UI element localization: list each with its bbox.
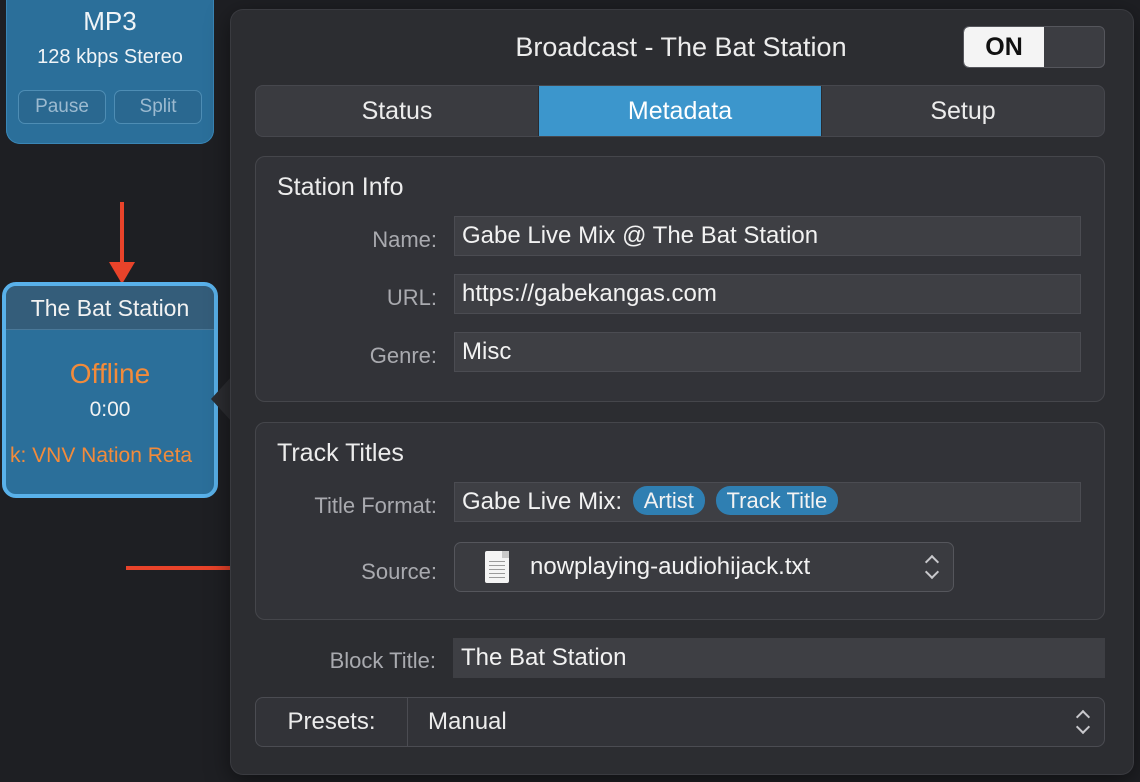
url-label: URL: (386, 285, 437, 310)
source-value: nowplaying-audiohijack.txt (530, 553, 811, 580)
broadcast-popover: Broadcast - The Bat Station ON Status Me… (231, 10, 1133, 774)
name-label: Name: (372, 227, 437, 252)
power-toggle[interactable]: ON (963, 26, 1105, 68)
broadcast-track: k: VNV Nation Reta (10, 444, 193, 467)
artist-token[interactable]: Artist (632, 486, 705, 516)
split-button[interactable]: Split (114, 90, 202, 124)
broadcast-status: Offline (69, 358, 151, 389)
bitrate-label: 128 kbps Stereo (37, 46, 183, 68)
broadcast-block-title: The Bat Station (6, 286, 214, 330)
station-info-heading: Station Info (277, 173, 404, 201)
chevron-updown-icon (1076, 708, 1090, 736)
presets-control[interactable]: Presets: Manual (255, 697, 1105, 747)
tab-status[interactable]: Status (256, 86, 539, 136)
genre-field[interactable]: Misc (454, 332, 1081, 372)
broadcast-elapsed: 0:00 (89, 398, 131, 421)
annotation-arrow-down (120, 202, 124, 270)
track-titles-heading: Track Titles (277, 439, 404, 467)
station-info-group: Station Info Name: Gabe Live Mix @ The B… (255, 156, 1105, 402)
recorder-block[interactable]: MP3 128 kbps Stereo Pause Split (6, 0, 214, 144)
title-format-prefix: Gabe Live Mix: (462, 488, 623, 515)
popover-pointer (211, 375, 233, 423)
format-label: MP3 (83, 6, 137, 36)
tab-metadata[interactable]: Metadata (539, 86, 822, 136)
title-format-field[interactable]: Gabe Live Mix: Artist Track Title (454, 482, 1081, 522)
text-file-icon (485, 551, 509, 583)
presets-label: Presets: (256, 698, 408, 746)
pause-button[interactable]: Pause (18, 90, 106, 124)
source-label: Source: (361, 559, 437, 584)
title-format-label: Title Format: (314, 493, 437, 518)
track-title-token[interactable]: Track Title (715, 486, 839, 516)
power-toggle-on[interactable]: ON (964, 27, 1044, 67)
presets-value[interactable]: Manual (428, 698, 507, 746)
url-field[interactable]: https://gabekangas.com (454, 274, 1081, 314)
tab-setup[interactable]: Setup (822, 86, 1104, 136)
source-select[interactable]: nowplaying-audiohijack.txt (454, 542, 954, 592)
name-field[interactable]: Gabe Live Mix @ The Bat Station (454, 216, 1081, 256)
annotation-arrow-down-head (109, 262, 135, 284)
block-title-field[interactable]: The Bat Station (453, 638, 1105, 678)
track-titles-group: Track Titles Title Format: Gabe Live Mix… (255, 422, 1105, 620)
block-title-label: Block Title: (329, 648, 436, 673)
tab-bar: Status Metadata Setup (255, 85, 1105, 137)
broadcast-block[interactable]: The Bat Station Offline 0:00 k: VNV Nati… (2, 282, 218, 498)
genre-label: Genre: (369, 343, 437, 368)
chevron-updown-icon (925, 553, 939, 581)
